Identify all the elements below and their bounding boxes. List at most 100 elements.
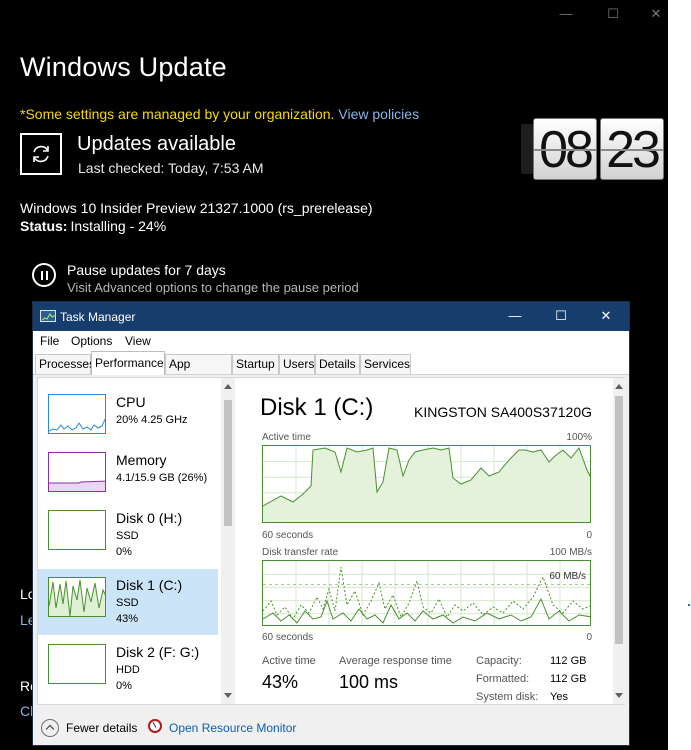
memory-thumbnail-graph	[48, 452, 106, 492]
last-checked-text: Last checked: Today, 7:53 AM	[78, 160, 264, 176]
system-disk-label: System disk:	[476, 691, 539, 703]
transfer-rate-graph: 60 MB/s	[262, 560, 591, 626]
tab-users[interactable]: Users	[279, 354, 315, 374]
active-time-graph-label: Active time	[262, 432, 311, 443]
scrollbar-thumb[interactable]	[615, 396, 623, 644]
update-status: Status: Installing - 24%	[20, 218, 166, 234]
tab-services[interactable]: Services	[360, 354, 411, 374]
tab-processes[interactable]: Processes	[35, 354, 95, 374]
resource-name: CPU	[116, 394, 146, 410]
resource-usage: 20% 4.25 GHz	[116, 414, 188, 426]
pause-updates-subtitle: Visit Advanced options to change the pau…	[67, 280, 359, 295]
clock-minutes: 23	[600, 118, 664, 180]
detail-title: Disk 1 (C:)	[260, 394, 374, 421]
task-manager-icon	[40, 310, 56, 322]
disk-1-thumbnail-graph	[48, 577, 106, 617]
fewer-details-button[interactable]: Fewer details	[66, 721, 137, 735]
transfer-rate-graph-timespan: 60 seconds	[262, 632, 314, 643]
menu-bar: File Options View	[33, 331, 629, 351]
resource-usage: 43%	[116, 613, 139, 625]
resource-usage: 0%	[116, 680, 132, 692]
close-button[interactable]: ✕	[596, 306, 616, 326]
open-resource-monitor-link[interactable]: Open Resource Monitor	[169, 721, 296, 735]
resource-type: HDD	[116, 664, 140, 676]
disk-detail-pane: Disk 1 (C:) KINGSTON SA400S37120G Active…	[250, 378, 610, 704]
resource-usage: 4.1/15.9 GB (26%)	[116, 472, 208, 484]
footer: Fewer details Open Resource Monitor	[33, 707, 629, 745]
transfer-rate-scale-mark: 60 MB/s	[549, 571, 586, 582]
update-name: Windows 10 Insider Preview 21327.1000 (r…	[20, 200, 373, 216]
maximize-button[interactable]: ☐	[551, 306, 571, 326]
tab-performance[interactable]: Performance	[91, 351, 165, 375]
tab-startup[interactable]: Startup	[232, 354, 279, 374]
capacity-value: 112 GB	[550, 655, 587, 667]
transfer-rate-graph-min: 0	[586, 632, 592, 643]
resource-item-disk-2[interactable]: Disk 2 (F: G:) HDD 0%	[38, 636, 218, 702]
minimize-button[interactable]: —	[556, 4, 576, 24]
menu-options[interactable]: Options	[71, 334, 112, 348]
sync-icon	[20, 133, 62, 175]
scroll-up-icon[interactable]	[615, 384, 623, 389]
cpu-thumbnail-graph	[48, 394, 106, 434]
resource-item-memory[interactable]: Memory 4.1/15.9 GB (26%)	[38, 444, 218, 510]
active-time-stat-label: Active time	[262, 655, 316, 667]
resource-name: Disk 2 (F: G:)	[116, 644, 200, 660]
active-time-graph-min: 0	[586, 530, 592, 541]
managed-notice-text: *Some settings are managed by your organ…	[20, 106, 335, 122]
resource-type: SSD	[116, 530, 139, 542]
menu-view[interactable]: View	[125, 334, 151, 348]
pause-updates-button[interactable]: Pause updates for 7 days	[67, 262, 226, 278]
managed-notice: *Some settings are managed by your organ…	[20, 106, 419, 122]
clock-hours: 08	[533, 118, 597, 180]
menu-file[interactable]: File	[40, 334, 59, 348]
scroll-down-icon[interactable]	[615, 693, 623, 698]
resource-item-disk-1[interactable]: Disk 1 (C:) SSD 43%	[38, 569, 218, 635]
transfer-rate-graph-label: Disk transfer rate	[262, 547, 339, 558]
close-button[interactable]: ✕	[646, 4, 666, 24]
active-time-graph	[262, 445, 591, 523]
window-title: Task Manager	[60, 310, 136, 324]
chevron-up-icon[interactable]	[41, 719, 59, 737]
pause-icon[interactable]	[32, 263, 56, 287]
window-controls: — ☐ ✕	[528, 4, 668, 26]
disk-0-thumbnail-graph	[48, 510, 106, 550]
formatted-label: Formatted:	[476, 673, 530, 685]
transfer-rate-graph-max: 100 MB/s	[549, 547, 592, 558]
capacity-label: Capacity:	[476, 655, 522, 667]
scroll-down-icon[interactable]	[224, 693, 232, 698]
response-time-value: 100 ms	[339, 672, 399, 692]
resource-type: SSD	[116, 597, 139, 609]
minimize-button[interactable]: —	[505, 306, 525, 326]
resource-name: Memory	[116, 452, 167, 468]
updates-available-heading: Updates available	[77, 133, 236, 155]
resource-item-cpu[interactable]: CPU 20% 4.25 GHz	[38, 386, 218, 452]
formatted-value: 112 GB	[550, 673, 587, 685]
desktop-edge-mark	[688, 604, 690, 606]
clock-minutes-digits: 23	[606, 121, 661, 179]
resource-list-scrollbar[interactable]	[221, 378, 235, 704]
resource-monitor-icon[interactable]	[148, 719, 162, 733]
page-title: Windows Update	[20, 52, 227, 82]
status-label: Status:	[20, 218, 68, 234]
active-time-graph-timespan: 60 seconds	[262, 530, 314, 541]
disk-2-thumbnail-graph	[48, 644, 106, 684]
active-time-stat-value: 43%	[262, 672, 299, 692]
tab-app-history[interactable]: App history	[165, 354, 232, 389]
resource-list: CPU 20% 4.25 GHz Memory 4.1/15.9 GB (26%…	[38, 378, 236, 704]
scroll-up-icon[interactable]	[224, 384, 232, 389]
view-policies-link[interactable]: View policies	[338, 106, 419, 122]
maximize-button[interactable]: ☐	[603, 4, 623, 24]
disk-model: KINGSTON SA400S37120G	[414, 404, 592, 420]
active-time-graph-max: 100%	[566, 432, 592, 443]
resource-item-disk-0[interactable]: Disk 0 (H:) SSD 0%	[38, 502, 218, 568]
tab-details[interactable]: Details	[315, 354, 360, 374]
performance-panel: CPU 20% 4.25 GHz Memory 4.1/15.9 GB (26%…	[37, 377, 625, 705]
title-bar[interactable]: Task Manager — ☐ ✕	[33, 302, 629, 331]
scrollbar-thumb[interactable]	[224, 400, 232, 526]
task-manager-window: Task Manager — ☐ ✕ File Options View Pro…	[32, 301, 630, 746]
resource-name: Disk 1 (C:)	[116, 577, 183, 593]
tab-bar: Processes Performance App history Startu…	[33, 351, 629, 389]
detail-scrollbar[interactable]	[613, 378, 625, 704]
resource-usage: 0%	[116, 546, 132, 558]
response-time-label: Average response time	[339, 655, 452, 667]
